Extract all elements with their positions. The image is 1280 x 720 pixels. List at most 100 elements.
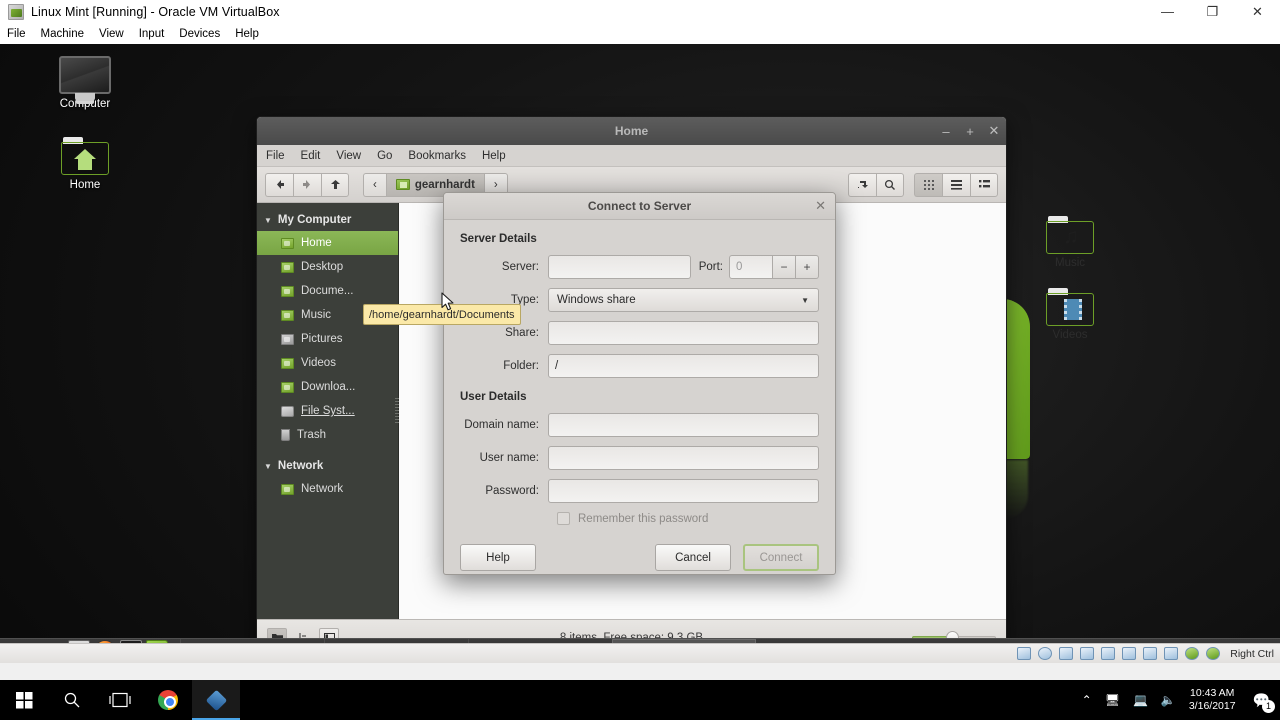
fm-menu-help[interactable]: Help <box>482 150 506 162</box>
close-button[interactable]: ✕ <box>1235 0 1280 24</box>
fm-menu-bookmarks[interactable]: Bookmarks <box>408 150 466 162</box>
desktop-icon <box>281 261 294 273</box>
port-decrement-button[interactable]: − <box>773 255 796 279</box>
desktop-icon-home[interactable]: Home <box>40 137 130 191</box>
windows-clock-date: 3/16/2017 <box>1188 700 1236 712</box>
file-manager-titlebar: Home – + ✕ <box>257 117 1006 145</box>
restore-button[interactable]: ❐ <box>1190 0 1235 24</box>
notification-center-icon[interactable]: 💬 1 <box>1253 692 1275 713</box>
virtualbox-icon[interactable] <box>192 680 240 720</box>
back-button[interactable] <box>265 172 293 197</box>
sidebar-item-file-system[interactable]: File Syst... <box>257 399 398 423</box>
forward-button[interactable] <box>293 172 321 197</box>
username-input[interactable] <box>548 446 819 470</box>
network-icon[interactable] <box>1059 647 1074 660</box>
remember-password-checkbox[interactable] <box>557 512 570 525</box>
list-view-button[interactable] <box>942 172 970 197</box>
folder-row: Folder: / <box>460 354 819 378</box>
breadcrumb-prev-button[interactable]: ‹ <box>363 172 386 197</box>
folder-input[interactable]: / <box>548 354 819 378</box>
file-item-music[interactable]: ♫ Music <box>1027 216 1113 269</box>
server-input[interactable] <box>548 255 691 279</box>
virtualbox-window-controls: — ❐ ✕ <box>1145 0 1280 24</box>
fm-maximize-button[interactable]: + <box>964 124 976 139</box>
dialog-titlebar: Connect to Server ✕ <box>444 193 835 220</box>
cancel-button[interactable]: Cancel <box>655 544 731 571</box>
sidebar-item-documents[interactable]: Docume... <box>257 279 398 303</box>
windows-taskbar: ⌃ 🖥 💻 🔈 10:43 AM 3/16/2017 💬 1 <box>0 680 1280 720</box>
file-item-videos[interactable]: Videos <box>1027 288 1113 341</box>
sidebar-item-home-label: Home <box>301 237 332 249</box>
task-view-icon[interactable] <box>96 680 144 720</box>
menu-view[interactable]: View <box>99 28 134 40</box>
port-input[interactable]: 0 <box>729 255 773 279</box>
sidebar-item-downloads[interactable]: Downloa... <box>257 375 398 399</box>
share-input[interactable] <box>548 321 819 345</box>
chevron-up-icon[interactable]: ⌃ <box>1082 693 1092 707</box>
sidebar-item-desktop[interactable]: Desktop <box>257 255 398 279</box>
up-button[interactable] <box>321 172 349 197</box>
menu-input[interactable]: Input <box>139 28 175 40</box>
icon-view-button[interactable] <box>914 172 942 197</box>
sidebar-item-videos[interactable]: Videos <box>257 351 398 375</box>
host-key-icon[interactable] <box>1206 647 1221 660</box>
sidebar-section-my-computer[interactable]: ▼ My Computer <box>257 209 398 231</box>
view-mode-group <box>914 172 998 197</box>
optical-disk-icon[interactable] <box>1038 647 1053 660</box>
sidebar-item-home[interactable]: Home <box>257 231 398 255</box>
minimize-button[interactable]: — <box>1145 0 1190 24</box>
domain-input[interactable] <box>548 413 819 437</box>
port-increment-button[interactable]: + <box>796 255 819 279</box>
sidebar-item-pictures[interactable]: Pictures <box>257 327 398 351</box>
menu-devices[interactable]: Devices <box>179 28 230 40</box>
filesystem-icon <box>281 405 294 417</box>
fm-menu-view[interactable]: View <box>336 150 361 162</box>
fm-minimize-button[interactable]: – <box>940 124 952 139</box>
hard-disk-icon[interactable] <box>1017 647 1032 660</box>
open-terminal-icon[interactable] <box>848 172 876 197</box>
fm-menu-file[interactable]: File <box>266 150 285 162</box>
search-icon[interactable] <box>48 680 96 720</box>
sidebar-item-network[interactable]: Network <box>257 477 398 501</box>
home-icon <box>281 237 294 249</box>
remember-password-row[interactable]: Remember this password <box>557 512 819 525</box>
chrome-icon[interactable] <box>144 680 192 720</box>
display-icon[interactable] <box>1122 647 1137 660</box>
windows-clock[interactable]: 10:43 AM 3/16/2017 <box>1189 687 1236 713</box>
mouse-integration-icon[interactable] <box>1185 647 1200 660</box>
desktop-icon-home-label: Home <box>69 179 101 191</box>
volume-icon[interactable]: 🔈 <box>1161 693 1176 707</box>
server-label: Server: <box>501 261 539 273</box>
start-icon[interactable] <box>0 680 48 720</box>
video-capture-icon[interactable] <box>1164 647 1179 660</box>
menu-machine[interactable]: Machine <box>41 28 94 40</box>
help-button[interactable]: Help <box>460 544 536 571</box>
compact-view-button[interactable] <box>970 172 998 197</box>
usb-icon[interactable] <box>1080 647 1095 660</box>
sidebar-item-trash-label: Trash <box>297 429 326 441</box>
close-icon[interactable]: ✕ <box>815 198 826 214</box>
server-row: Server: Port: 0 − + <box>460 255 819 279</box>
type-select[interactable]: Windows share ▼ <box>548 288 819 312</box>
fm-close-button[interactable]: ✕ <box>988 123 1000 139</box>
search-icon[interactable] <box>876 172 904 197</box>
usb-eject-icon[interactable]: 🖥 <box>1105 693 1120 707</box>
sidebar-section-network[interactable]: ▼ Network <box>257 455 398 477</box>
chevron-down-icon: ▼ <box>264 215 272 225</box>
shared-folder-icon[interactable] <box>1101 647 1116 660</box>
menu-file[interactable]: File <box>7 28 36 40</box>
sidebar-item-downloads-label: Downloa... <box>301 381 356 393</box>
password-input[interactable] <box>548 479 819 503</box>
user-details-heading: User Details <box>460 391 527 403</box>
desktop-icon-computer[interactable]: Computer <box>40 56 130 110</box>
connect-button[interactable]: Connect <box>743 544 819 571</box>
fm-menu-go[interactable]: Go <box>377 150 392 162</box>
menu-help[interactable]: Help <box>235 28 269 40</box>
type-select-value: Windows share <box>557 294 636 306</box>
windows-clock-time: 10:43 AM <box>1190 687 1235 699</box>
sidebar-item-trash[interactable]: Trash <box>257 423 398 447</box>
network-icon[interactable]: 💻 <box>1133 693 1148 707</box>
remote-desktop-icon[interactable] <box>1143 647 1158 660</box>
virtualbox-icon <box>8 3 24 20</box>
fm-menu-edit[interactable]: Edit <box>301 150 321 162</box>
